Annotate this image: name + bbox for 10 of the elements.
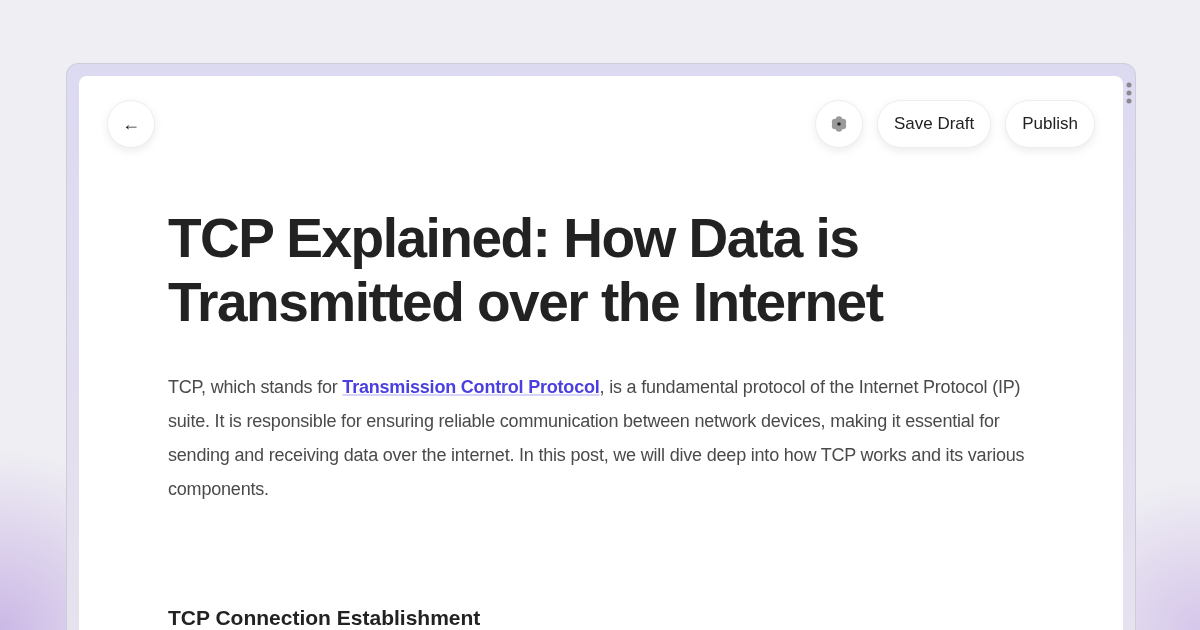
back-button[interactable]: ← [107, 100, 155, 148]
toolbar-button[interactable]: Save Draft [876, 100, 992, 148]
article-title: TCP Explained: How Data is Transmitted over the Internet [168, 206, 884, 334]
toolbar-button[interactable]: Publish [1005, 100, 1095, 148]
settings-button[interactable] [814, 100, 863, 148]
section-heading: TCP Connection Establishment [168, 606, 482, 630]
protocol-link[interactable]: Transmission Control Protocol [342, 377, 600, 397]
intro-paragraph: TCP, which stands for Transmission Control Protocol, is a fundamental protocol of the Internet Protocol (IP) suite. It is responsible for ensuring reliable communication between network devices, making it essential for sending and receiving data over the internet. In this post, we will dive deep into how TCP works and its various components. [168, 376, 1026, 501]
more-icon[interactable] [1126, 82, 1132, 104]
settings-icon [829, 115, 848, 133]
